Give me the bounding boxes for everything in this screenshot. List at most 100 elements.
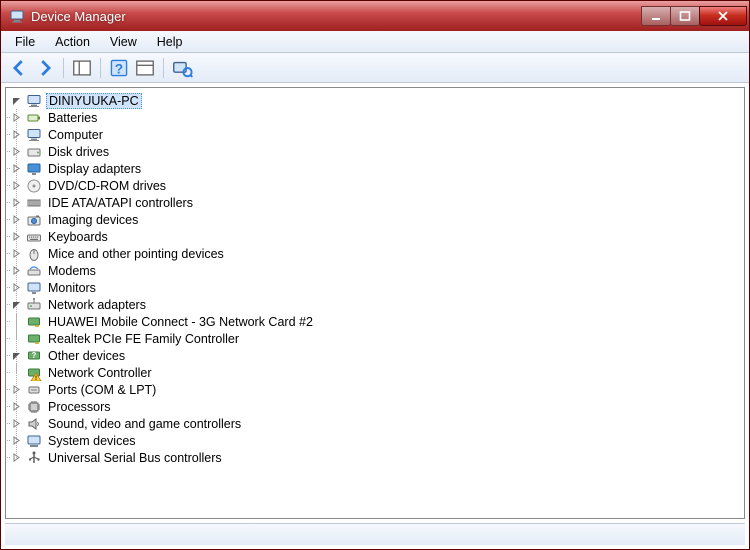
tree-item-label: Computer bbox=[46, 128, 105, 142]
expand-icon[interactable] bbox=[10, 163, 22, 175]
expand-icon[interactable] bbox=[10, 197, 22, 209]
toolbar-separator bbox=[100, 58, 101, 78]
tree-item-label: Network Controller bbox=[46, 366, 154, 380]
cpu-icon bbox=[26, 399, 42, 415]
help-button[interactable]: ? bbox=[107, 56, 131, 80]
tree-item[interactable]: System devices bbox=[10, 432, 744, 449]
back-button[interactable] bbox=[7, 56, 31, 80]
expand-icon[interactable] bbox=[10, 112, 22, 124]
mouse-icon bbox=[26, 246, 42, 262]
menu-action[interactable]: Action bbox=[45, 33, 100, 51]
expand-icon[interactable] bbox=[10, 248, 22, 260]
menu-help[interactable]: Help bbox=[147, 33, 193, 51]
tree-item-label: System devices bbox=[46, 434, 138, 448]
tree-item[interactable]: Disk drives bbox=[10, 143, 744, 160]
network-icon bbox=[26, 297, 42, 313]
tree-item[interactable]: Network adapters bbox=[10, 296, 744, 313]
tree-item-label: HUAWEI Mobile Connect - 3G Network Card … bbox=[46, 315, 315, 329]
tree-item-label: Disk drives bbox=[46, 145, 111, 159]
modem-icon bbox=[26, 263, 42, 279]
maximize-button[interactable] bbox=[670, 6, 700, 26]
expand-icon[interactable] bbox=[10, 384, 22, 396]
tree-item[interactable]: Display adapters bbox=[10, 160, 744, 177]
menu-file[interactable]: File bbox=[5, 33, 45, 51]
titlebar[interactable]: Device Manager bbox=[1, 1, 749, 31]
tree-item-label: DVD/CD-ROM drives bbox=[46, 179, 168, 193]
expand-icon[interactable] bbox=[10, 231, 22, 243]
scan-hardware-button[interactable] bbox=[170, 56, 194, 80]
tree-item-label: Mice and other pointing devices bbox=[46, 247, 226, 261]
tree-item[interactable]: DVD/CD-ROM drives bbox=[10, 177, 744, 194]
statusbar bbox=[5, 523, 745, 545]
tree-item[interactable]: Monitors bbox=[10, 279, 744, 296]
tree-item-label: Batteries bbox=[46, 111, 99, 125]
tree-item[interactable]: Computer bbox=[10, 126, 744, 143]
system-icon bbox=[26, 433, 42, 449]
expand-icon[interactable] bbox=[10, 129, 22, 141]
tree-item-label: Monitors bbox=[46, 281, 98, 295]
close-button[interactable] bbox=[699, 6, 747, 26]
tree-item-label: Network adapters bbox=[46, 298, 148, 312]
tree-item-label: IDE ATA/ATAPI controllers bbox=[46, 196, 195, 210]
tree-item[interactable]: Ports (COM & LPT) bbox=[10, 381, 744, 398]
tree-item[interactable]: Batteries bbox=[10, 109, 744, 126]
toolbar-separator bbox=[63, 58, 64, 78]
svg-text:?: ? bbox=[115, 61, 123, 76]
tree-item[interactable]: Processors bbox=[10, 398, 744, 415]
toolbar: ? bbox=[1, 53, 749, 83]
tree-item-label: Display adapters bbox=[46, 162, 143, 176]
tree-item[interactable]: Mice and other pointing devices bbox=[10, 245, 744, 262]
expand-icon[interactable] bbox=[10, 282, 22, 294]
tree-item-label: Processors bbox=[46, 400, 113, 414]
menu-view[interactable]: View bbox=[100, 33, 147, 51]
expand-icon[interactable] bbox=[10, 299, 22, 311]
expand-icon[interactable] bbox=[10, 146, 22, 158]
tree-item-label: Ports (COM & LPT) bbox=[46, 383, 158, 397]
monitor-icon bbox=[26, 280, 42, 296]
expand-icon[interactable] bbox=[10, 350, 22, 362]
expand-icon[interactable] bbox=[10, 401, 22, 413]
tree-item[interactable]: Sound, video and game controllers bbox=[10, 415, 744, 432]
sound-icon bbox=[26, 416, 42, 432]
tree-item-label: Realtek PCIe FE Family Controller bbox=[46, 332, 241, 346]
device-manager-window: Device Manager File Action View Help ? D… bbox=[0, 0, 750, 550]
forward-button[interactable] bbox=[33, 56, 57, 80]
minimize-button[interactable] bbox=[641, 6, 671, 26]
keyboard-icon bbox=[26, 229, 42, 245]
show-hide-tree-button[interactable] bbox=[70, 56, 94, 80]
usb-icon bbox=[26, 450, 42, 466]
display-icon bbox=[26, 161, 42, 177]
tree-item-label: Sound, video and game controllers bbox=[46, 417, 243, 431]
tree-item[interactable]: DINIYUUKA-PC bbox=[10, 92, 744, 109]
menubar: File Action View Help bbox=[1, 31, 749, 53]
properties-button[interactable] bbox=[133, 56, 157, 80]
tree-item[interactable]: Keyboards bbox=[10, 228, 744, 245]
tree-item[interactable]: Realtek PCIe FE Family Controller bbox=[10, 330, 744, 347]
app-icon bbox=[9, 8, 25, 24]
tree-item-label: Universal Serial Bus controllers bbox=[46, 451, 224, 465]
tree-item[interactable]: HUAWEI Mobile Connect - 3G Network Card … bbox=[10, 313, 744, 330]
nic-icon bbox=[26, 314, 42, 330]
expand-icon[interactable] bbox=[10, 418, 22, 430]
computer-icon bbox=[26, 93, 42, 109]
nic-icon bbox=[26, 331, 42, 347]
tree-item-label: Imaging devices bbox=[46, 213, 140, 227]
tree-item[interactable]: Modems bbox=[10, 262, 744, 279]
expand-icon[interactable] bbox=[10, 95, 22, 107]
tree-item[interactable]: Other devices bbox=[10, 347, 744, 364]
device-tree-panel[interactable]: DINIYUUKA-PC Batteries Computer Disk drives… bbox=[5, 87, 745, 519]
expand-icon[interactable] bbox=[10, 214, 22, 226]
expand-icon[interactable] bbox=[10, 435, 22, 447]
ide-icon bbox=[26, 195, 42, 211]
tree-item-label: Other devices bbox=[46, 349, 127, 363]
toolbar-separator bbox=[163, 58, 164, 78]
expand-icon[interactable] bbox=[10, 452, 22, 464]
disk-icon bbox=[26, 144, 42, 160]
tree-item[interactable]: Network Controller bbox=[10, 364, 744, 381]
tree-item[interactable]: Imaging devices bbox=[10, 211, 744, 228]
tree-item-label: Keyboards bbox=[46, 230, 110, 244]
tree-item[interactable]: Universal Serial Bus controllers bbox=[10, 449, 744, 466]
tree-item[interactable]: IDE ATA/ATAPI controllers bbox=[10, 194, 744, 211]
expand-icon[interactable] bbox=[10, 265, 22, 277]
expand-icon[interactable] bbox=[10, 180, 22, 192]
